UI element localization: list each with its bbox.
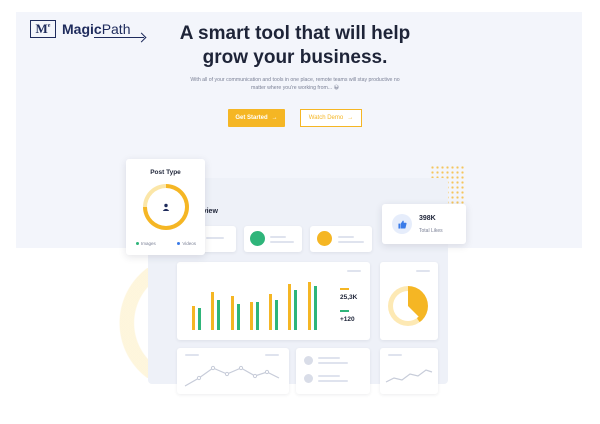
- legend-item-images: Images: [136, 241, 156, 246]
- watch-demo-button[interactable]: Watch Demo →: [300, 109, 362, 127]
- watch-demo-label: Watch Demo: [308, 115, 344, 121]
- thumbs-up-icon: [392, 214, 412, 234]
- logo-mark-icon: Me: [30, 20, 56, 38]
- sparkline-chart: [385, 369, 433, 383]
- metric-value: 25,3K: [340, 294, 358, 301]
- list-card: [296, 348, 370, 394]
- legend-item-videos: Videos: [177, 241, 196, 246]
- green-circle-icon: [250, 231, 265, 246]
- likes-label: Total Likes: [419, 228, 443, 234]
- line-chart-card: [177, 348, 289, 394]
- post-type-legend: Images Videos: [136, 241, 196, 246]
- stat-card: [200, 226, 236, 252]
- arrow-right-icon: →: [347, 115, 354, 121]
- get-started-button[interactable]: Get Started →: [228, 109, 285, 127]
- get-started-label: Get Started: [235, 115, 268, 121]
- user-icon: [162, 203, 170, 211]
- yellow-circle-icon: [317, 231, 332, 246]
- legend-dot-icon: [136, 242, 139, 245]
- hero-subtext: With all of your communication and tools…: [190, 77, 400, 91]
- sparkline-card: [380, 348, 438, 394]
- pie-chart: [388, 286, 428, 326]
- line-chart: [184, 365, 280, 387]
- likes-count: 398K: [419, 215, 436, 222]
- post-type-card: Post Type Images Videos: [126, 159, 205, 255]
- legend-dot-icon: [177, 242, 181, 245]
- brand-name: MagicPath: [62, 21, 131, 37]
- hero-headline: A smart tool that will help grow your bus…: [179, 23, 411, 68]
- post-type-title: Post Type: [150, 169, 181, 176]
- bar-chart: [192, 282, 317, 330]
- stat-card: [244, 226, 302, 252]
- arrow-right-icon: →: [271, 115, 278, 121]
- metric-value: +120: [340, 316, 355, 323]
- brand-logo[interactable]: Me MagicPath: [30, 20, 131, 38]
- stat-card: [310, 226, 372, 252]
- pie-chart-card: [380, 262, 438, 340]
- logo-arrow-icon: [94, 37, 144, 38]
- total-likes-card: 398K Total Likes: [382, 204, 466, 244]
- bar-chart-card: 25,3K +120: [177, 262, 370, 340]
